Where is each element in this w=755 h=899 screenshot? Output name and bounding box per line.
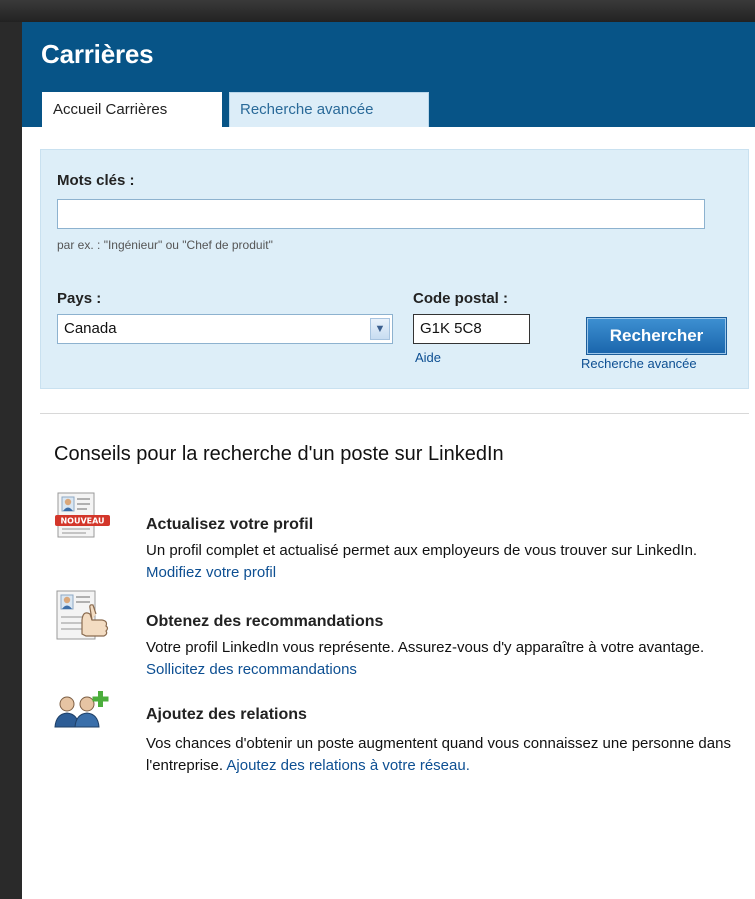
tip-body: Votre profil LinkedIn vous représente. A… — [146, 639, 705, 656]
tips-heading: Conseils pour la recherche d'un poste su… — [54, 443, 504, 465]
advanced-search-link[interactable]: Recherche avancée — [581, 356, 697, 371]
tip-title-recommendations: Obtenez des recommandations — [146, 613, 384, 630]
country-select[interactable]: Canada ▼ — [57, 314, 393, 344]
postal-code-input[interactable]: G1K 5C8 — [413, 314, 530, 344]
tab-careers-home[interactable]: Accueil Carrières — [42, 92, 222, 127]
careers-page: Carrières Accueil Carrières Recherche av… — [22, 22, 755, 899]
recommendation-icon — [56, 590, 112, 647]
keywords-label: Mots clés : — [57, 172, 135, 189]
tip-text-recommendations: Votre profil LinkedIn vous représente. A… — [146, 637, 736, 681]
careers-header: Carrières Accueil Carrières Recherche av… — [22, 22, 755, 127]
divider — [40, 413, 749, 414]
window-frame — [0, 0, 755, 22]
request-recommendations-link[interactable]: Sollicitez des recommandations — [146, 661, 357, 678]
keywords-hint: par ex. : "Ingénieur" ou "Chef de produi… — [57, 238, 273, 252]
chevron-down-icon[interactable]: ▼ — [370, 318, 390, 340]
tip-text-add-connections: Vos chances d'obtenir un poste augmenten… — [146, 733, 736, 777]
profile-card-icon: NOUVEAU — [54, 492, 112, 551]
country-value: Canada — [64, 320, 117, 337]
tip-title-update-profile: Actualisez votre profil — [146, 516, 314, 533]
tip-title-add-connections: Ajoutez des relations — [146, 706, 307, 723]
tab-advanced-search[interactable]: Recherche avancée — [229, 92, 429, 127]
postal-code-label: Code postal : — [413, 290, 509, 307]
keywords-input[interactable] — [57, 199, 705, 229]
new-badge: NOUVEAU — [60, 517, 104, 526]
add-connections-icon — [54, 687, 112, 738]
tip-text-update-profile: Un profil complet et actualisé permet au… — [146, 540, 736, 584]
tip-body: Un profil complet et actualisé permet au… — [146, 542, 698, 559]
page-title: Carrières — [41, 39, 154, 69]
job-search-panel: Mots clés : par ex. : "Ingénieur" ou "Ch… — [40, 149, 749, 389]
edit-profile-link[interactable]: Modifiez votre profil — [146, 564, 276, 581]
help-link[interactable]: Aide — [415, 350, 441, 365]
country-label: Pays : — [57, 290, 102, 307]
search-button[interactable]: Rechercher — [587, 318, 726, 354]
add-connections-link[interactable]: Ajoutez des relations à votre réseau. — [226, 757, 469, 774]
